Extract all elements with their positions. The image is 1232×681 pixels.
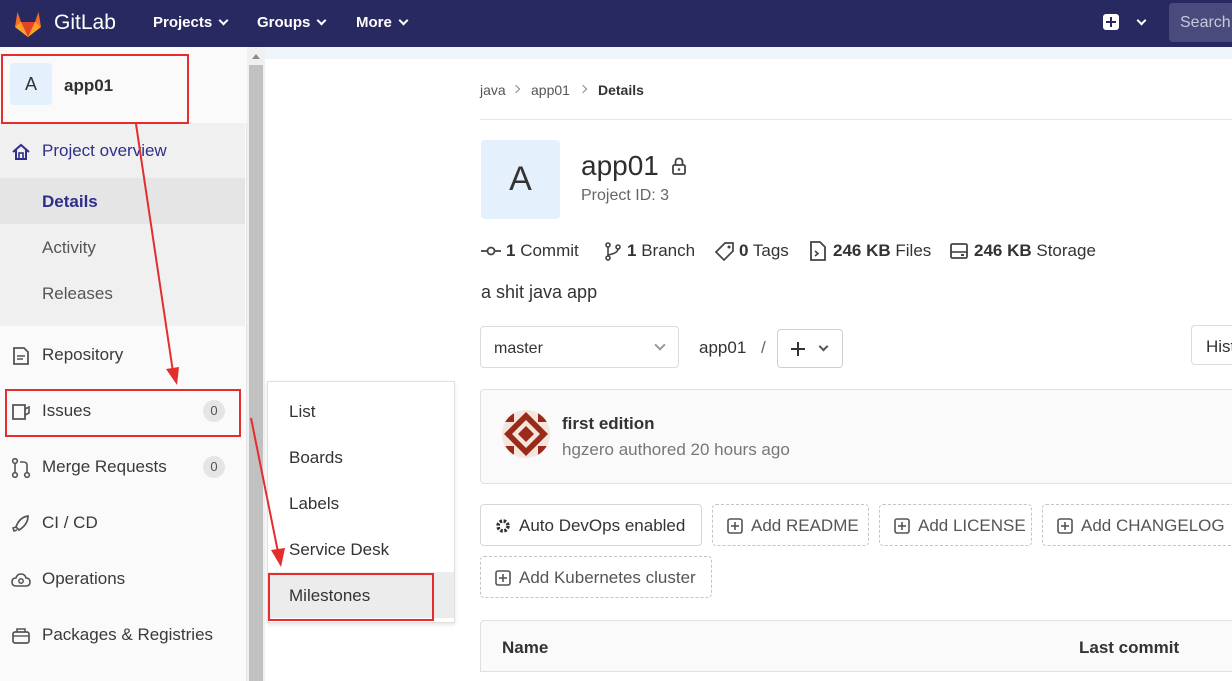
gear-icon xyxy=(494,517,512,535)
commit-icon xyxy=(481,241,501,261)
history-button[interactable]: History xyxy=(1191,325,1232,365)
author-avatar[interactable] xyxy=(502,410,550,458)
plus-icon xyxy=(791,342,805,356)
add-to-tree-button[interactable] xyxy=(777,329,843,368)
stat-tags[interactable]: 0 Tags xyxy=(739,241,789,261)
stat-branches[interactable]: 1 Branch xyxy=(627,241,695,261)
plus-square-icon xyxy=(727,518,743,534)
column-header-last-commit: Last commit xyxy=(1079,638,1180,657)
lock-icon xyxy=(671,157,687,175)
add-kubernetes-cluster-button[interactable]: Add Kubernetes cluster xyxy=(480,556,712,598)
chevron-down-icon xyxy=(818,341,829,352)
add-changelog-button[interactable]: Add CHANGELOG xyxy=(1042,504,1232,546)
stat-storage[interactable]: 246 KB Storage xyxy=(974,241,1096,261)
auto-devops-button[interactable]: Auto DevOps enabled xyxy=(480,504,702,546)
breadcrumb-java[interactable]: java xyxy=(480,82,506,98)
page-title: app01 xyxy=(581,150,659,181)
stat-commits[interactable]: 1 Commit xyxy=(506,241,579,261)
commit-title-link[interactable]: first edition xyxy=(562,414,655,434)
add-readme-button[interactable]: Add README xyxy=(712,504,869,546)
repo-path-separator: / xyxy=(761,338,766,357)
column-header-name: Name xyxy=(502,638,549,657)
branch-select[interactable]: master xyxy=(480,326,679,368)
files-icon xyxy=(808,241,828,261)
breadcrumb-app01[interactable]: app01 xyxy=(531,82,570,98)
project-avatar-large: A xyxy=(481,140,560,219)
plus-square-icon xyxy=(495,570,511,586)
plus-square-icon xyxy=(894,518,910,534)
tag-icon xyxy=(715,241,735,261)
chevron-down-icon xyxy=(654,339,666,351)
breadcrumb-details[interactable]: Details xyxy=(598,82,644,98)
add-license-button[interactable]: Add LICENSE xyxy=(879,504,1032,546)
stat-files[interactable]: 246 KB Files xyxy=(833,241,931,261)
repo-path-root[interactable]: app01 xyxy=(699,338,746,358)
project-description: a shit java app xyxy=(481,282,598,302)
storage-icon xyxy=(949,241,969,261)
breadcrumb-divider xyxy=(480,119,1232,120)
plus-square-icon xyxy=(1057,518,1073,534)
commit-meta: hgzero authored 20 hours ago xyxy=(562,440,790,459)
branch-icon xyxy=(603,241,623,261)
project-id: Project ID: 3 xyxy=(581,187,670,204)
last-commit-panel xyxy=(480,389,1232,484)
content-top-strip xyxy=(265,47,1232,59)
